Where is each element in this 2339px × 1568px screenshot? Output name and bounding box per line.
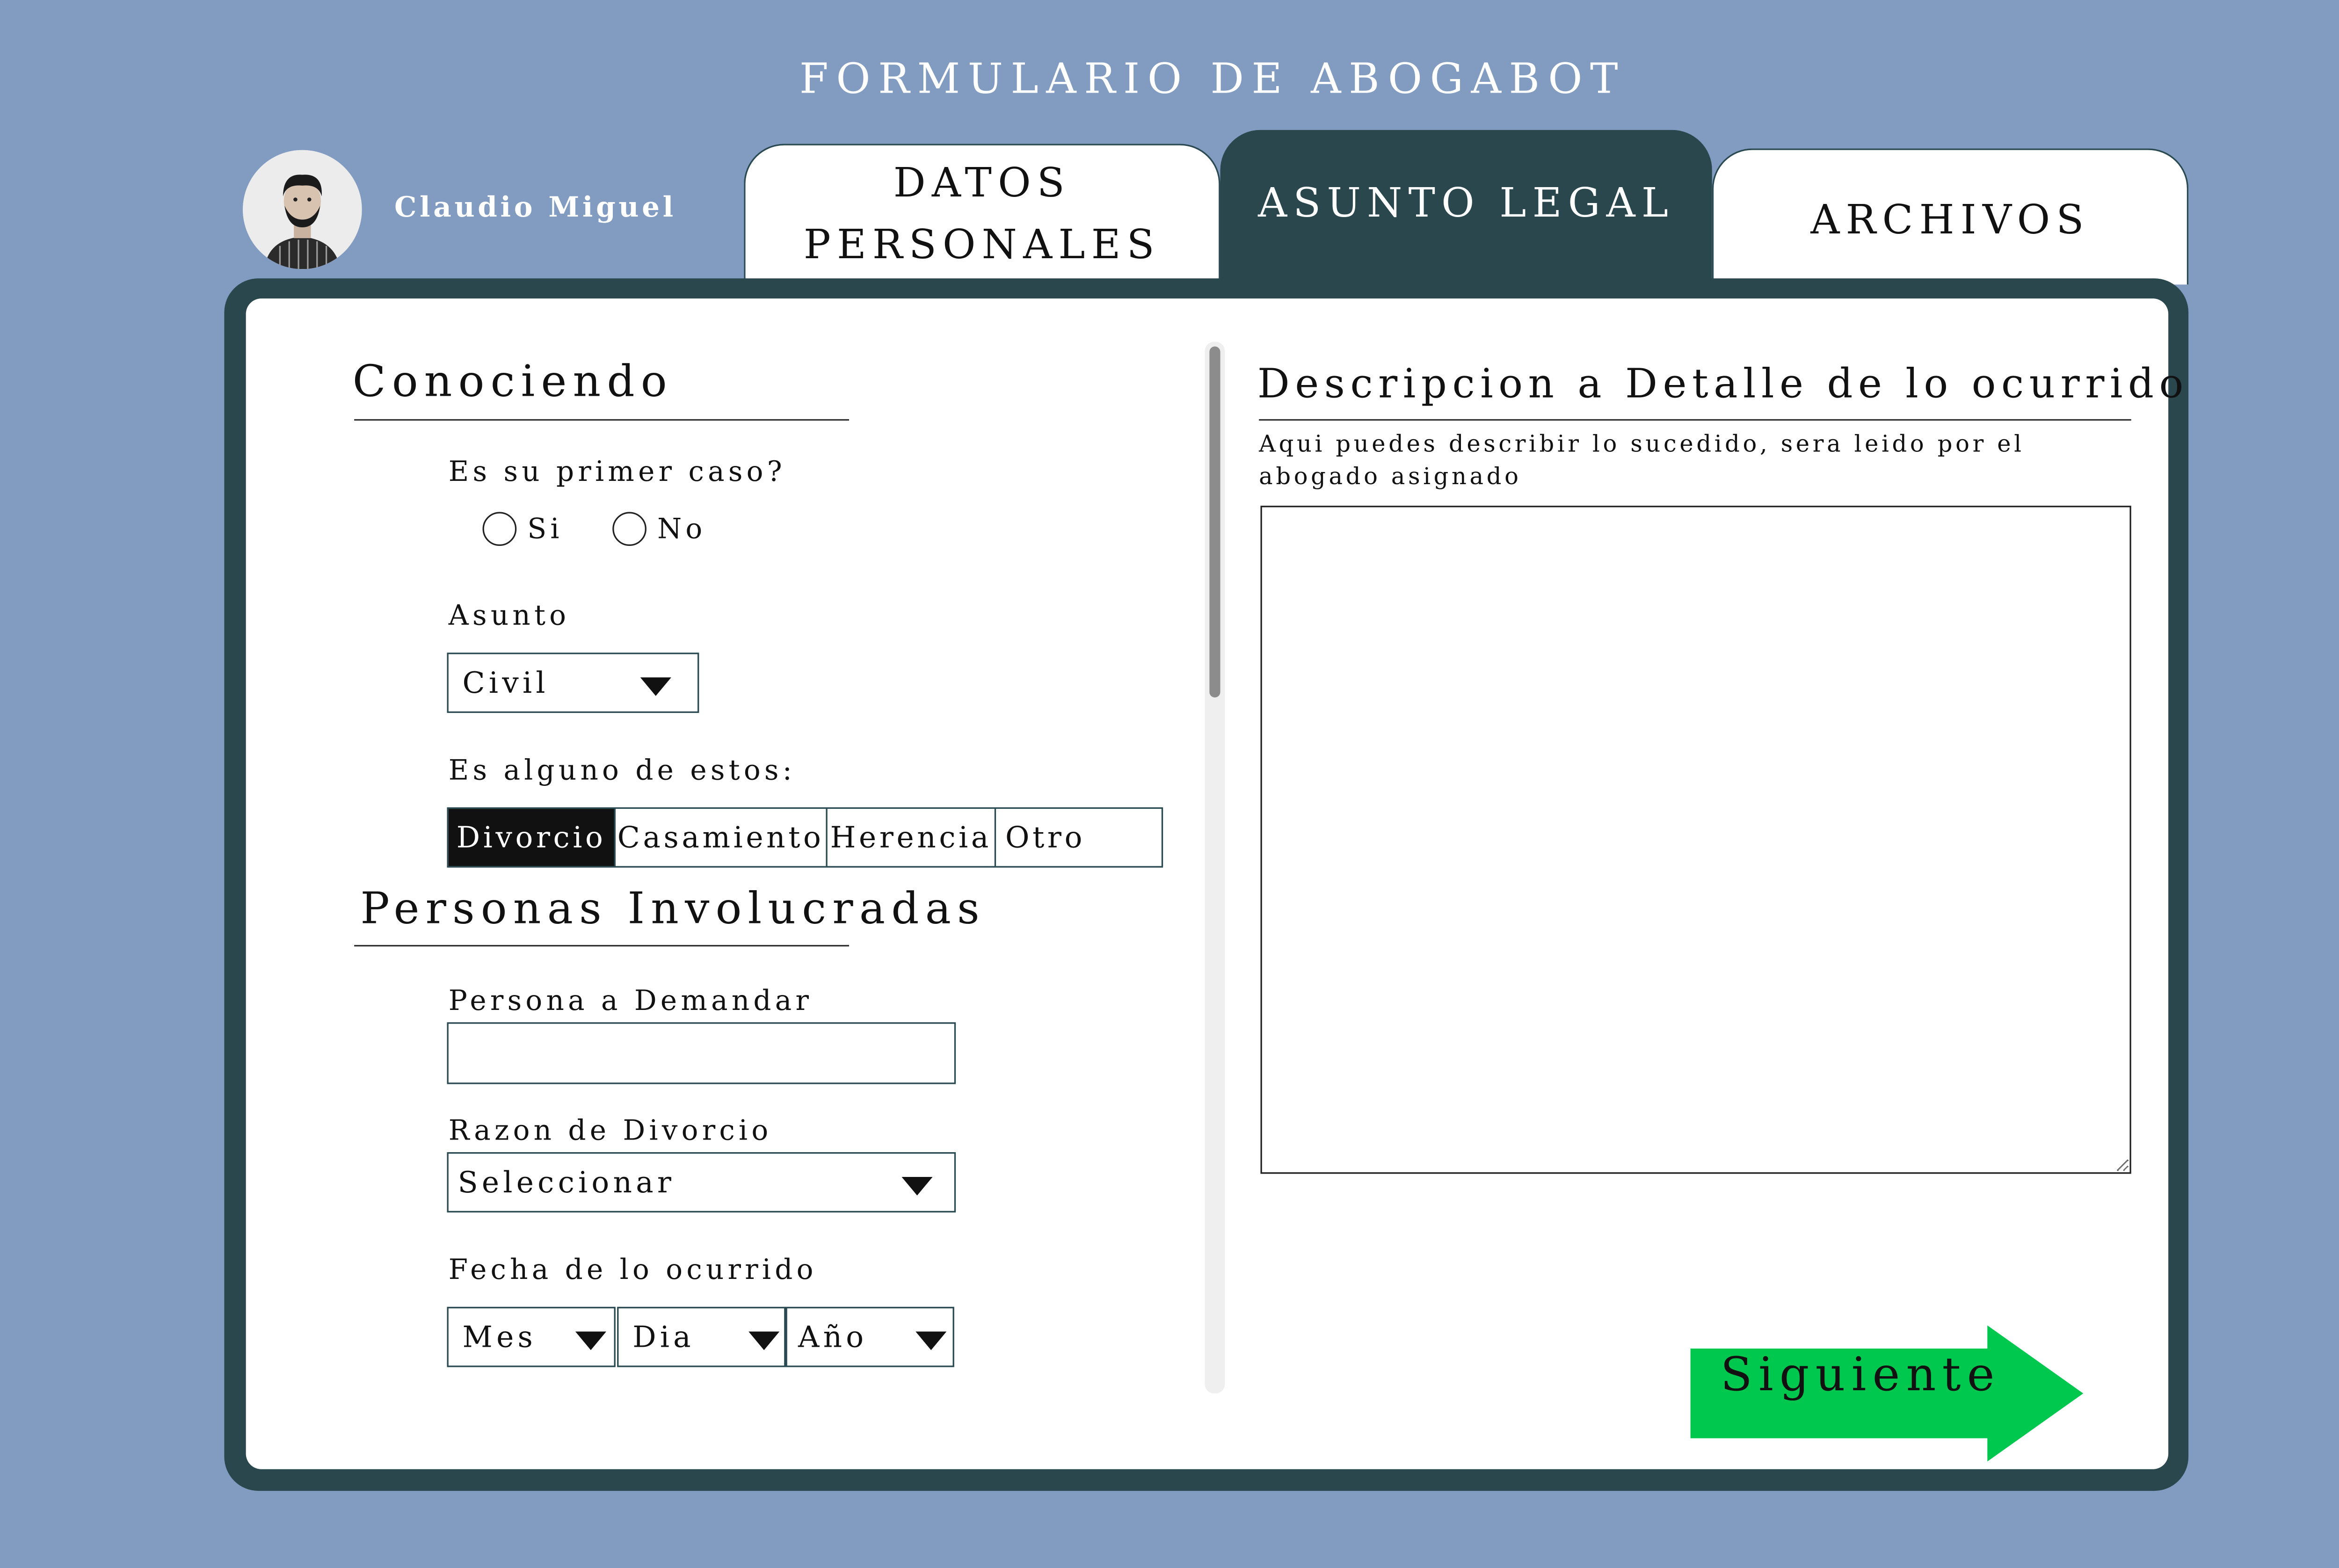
user-portrait-icon <box>243 150 362 269</box>
chevron-down-icon <box>575 1331 606 1350</box>
descripcion-hint-line1: Aqui puedes describir lo sucedido, sera … <box>1259 430 2025 458</box>
tab-archivos-label: ARCHIVOS <box>1810 197 2090 244</box>
chevron-down-icon <box>915 1331 947 1350</box>
mes-select[interactable]: Mes <box>447 1307 616 1367</box>
descripcion-textarea[interactable] <box>1260 506 2131 1174</box>
chevron-down-icon <box>748 1331 780 1350</box>
tab-datos-line2: PERSONALES <box>803 222 1161 269</box>
tab-datos-line1: DATOS <box>893 160 1071 207</box>
razon-divorcio-select[interactable]: Seleccionar <box>447 1152 956 1212</box>
radio-si-label: Si <box>527 512 563 545</box>
asunto-label: Asunto <box>448 600 570 633</box>
dia-select[interactable]: Dia <box>617 1307 786 1367</box>
avatar[interactable] <box>243 150 362 269</box>
section-title-descripcion: Descripcion a Detalle de lo ocurrido <box>1257 362 2189 408</box>
divider <box>354 419 850 421</box>
page-title: FORMULARIO DE ABOGABOT <box>799 56 1626 104</box>
form-screen: FORMULARIO DE ABOGABOT Claudio Miguel DA… <box>0 0 2339 1568</box>
tipo-option-herencia[interactable]: Herencia <box>828 809 996 866</box>
dia-select-value: Dia <box>632 1320 695 1354</box>
descripcion-hint: Aqui puedes describir lo sucedido, sera … <box>1259 428 2025 494</box>
radio-no-label: No <box>657 512 706 545</box>
tipo-option-casamiento[interactable]: Casamiento <box>616 809 828 866</box>
razon-select-value: Seleccionar <box>458 1165 676 1199</box>
mes-select-value: Mes <box>462 1320 537 1354</box>
scrollbar-thumb[interactable] <box>1209 346 1220 698</box>
divider <box>1259 419 2131 421</box>
fecha-label: Fecha de lo ocurrido <box>448 1254 817 1287</box>
user-name: Claudio Miguel <box>394 191 676 225</box>
persona-demandar-input[interactable] <box>447 1022 956 1084</box>
tab-archivos[interactable]: ARCHIVOS <box>1712 148 2189 285</box>
asunto-select-value: Civil <box>462 666 549 700</box>
tipo-option-otro[interactable]: Otro <box>996 809 1160 866</box>
section-title-conociendo: Conociendo <box>352 356 673 407</box>
asunto-select[interactable]: Civil <box>447 653 699 713</box>
tab-datos-personales-label: DATOS PERSONALES <box>804 152 1161 276</box>
tab-asunto-legal[interactable]: ASUNTO LEGAL <box>1220 130 1712 294</box>
chevron-down-icon <box>640 677 671 696</box>
arrow-right-icon <box>1690 1325 2084 1462</box>
tipo-segmented-control: Divorcio Casamiento Herencia Otro <box>447 807 1163 868</box>
tipo-label: Es alguno de estos: <box>448 755 796 787</box>
anio-select[interactable]: Año <box>785 1307 954 1367</box>
tab-datos-personales[interactable]: DATOS PERSONALES <box>744 144 1220 283</box>
razon-label: Razon de Divorcio <box>448 1115 772 1148</box>
tab-asunto-legal-label: ASUNTO LEGAL <box>1258 180 1675 227</box>
primer-caso-label: Es su primer caso? <box>448 456 786 489</box>
anio-select-value: Año <box>798 1320 868 1354</box>
demandar-label: Persona a Demandar <box>448 985 813 1018</box>
descripcion-hint-line2: abogado asignado <box>1259 462 1522 491</box>
radio-si-option[interactable]: Si <box>482 512 563 546</box>
divider <box>354 945 850 947</box>
chevron-down-icon <box>901 1176 933 1196</box>
radio-no[interactable] <box>612 512 646 546</box>
next-arrow-button[interactable] <box>1690 1325 2084 1462</box>
radio-no-option[interactable]: No <box>612 512 706 546</box>
tipo-option-divorcio[interactable]: Divorcio <box>448 809 616 866</box>
radio-si[interactable] <box>482 512 517 546</box>
section-title-personas: Personas Involucradas <box>360 883 986 934</box>
